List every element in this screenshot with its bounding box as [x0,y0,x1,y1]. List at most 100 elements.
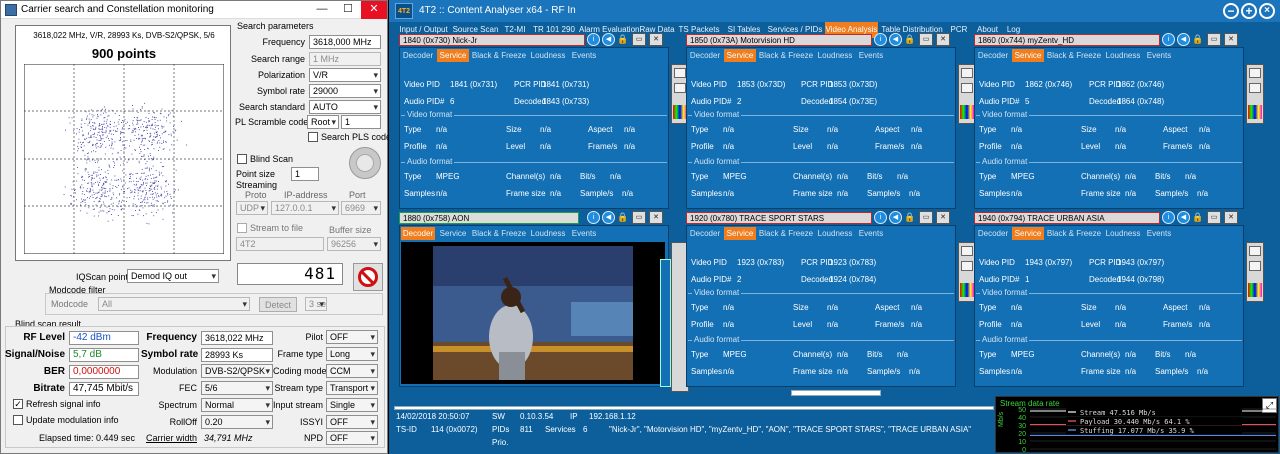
maximize-button[interactable]: ☐ [335,1,361,19]
side-monitor-icon[interactable] [961,261,973,271]
refresh-signal-checkbox[interactable]: ✓ [13,399,23,409]
panel-tab-black-freeze[interactable]: Black & Freeze [471,227,527,240]
issyi-select[interactable]: OFF [326,415,378,429]
speaker-icon[interactable]: ◀ [889,211,902,224]
info-icon[interactable]: i [874,33,887,46]
panel-tab-events[interactable]: Events [569,49,599,62]
close-button[interactable]: ✕ [361,1,387,19]
panel-tab-black-freeze[interactable]: Black & Freeze [1046,49,1102,62]
stream-to-file-checkbox[interactable] [237,223,247,233]
panel-tab-loudness[interactable]: Loudness [816,227,854,240]
panel-tab-decoder[interactable]: Decoder [401,227,435,240]
panel-tab-events[interactable]: Events [856,49,886,62]
minimize-button[interactable]: — [309,1,335,19]
side-monitor-icon[interactable] [1249,261,1261,271]
side-grid-icon[interactable] [961,246,973,256]
side-grid-icon[interactable] [1249,68,1261,78]
settings-icon[interactable]: ✕ [649,211,663,224]
rolloff-select[interactable]: 0.20 [201,415,273,429]
panel-tab-decoder[interactable]: Decoder [401,49,435,62]
monitor-icon[interactable]: ▭ [632,211,646,224]
polarization-select[interactable]: V/R [309,68,381,82]
port-select[interactable]: 6969 [341,201,381,215]
minimize-circle-icon[interactable]: − [1223,3,1239,19]
fec-select[interactable]: 5/6 [201,381,273,395]
close-circle-icon[interactable]: × [1259,3,1275,19]
panel-tab-service[interactable]: Service [724,227,756,240]
input-stream-select[interactable]: Single [326,398,378,412]
panel-tab-decoder[interactable]: Decoder [688,49,722,62]
search-range-input[interactable]: 1 MHz [309,52,381,66]
stream-type-select[interactable]: Transport [326,381,378,395]
pilot-select[interactable]: OFF [326,330,378,344]
ip-address-select[interactable]: 127.0.0.1 [271,201,339,215]
search-standard-select[interactable]: AUTO [309,100,381,114]
proto-select[interactable]: UDP [236,201,268,215]
horizontal-scrollbar[interactable] [791,390,881,396]
panel-tab-decoder[interactable]: Decoder [976,227,1010,240]
panel-tab-service[interactable]: Service [437,227,469,240]
info-icon[interactable]: i [874,211,887,224]
panel-tab-black-freeze[interactable]: Black & Freeze [1046,227,1102,240]
info-icon[interactable]: i [1162,211,1175,224]
panel-tab-loudness[interactable]: Loudness [1104,49,1142,62]
iqscan-select[interactable]: Demod IQ out [127,269,219,283]
info-icon[interactable]: i [587,211,600,224]
panel-tab-decoder[interactable]: Decoder [688,227,722,240]
panel-tab-loudness[interactable]: Loudness [529,49,567,62]
lock-icon[interactable]: 🔒 [1192,34,1204,46]
side-grid-icon[interactable] [1249,246,1261,256]
info-icon[interactable]: i [587,33,600,46]
lock-icon[interactable]: 🔒 [1192,212,1204,224]
speaker-icon[interactable]: ◀ [602,33,615,46]
pl-scramble-type-select[interactable]: Root [307,115,339,129]
panel-tab-loudness[interactable]: Loudness [529,227,567,240]
stream-file-input[interactable]: 4T2 [236,237,324,251]
panel-tab-black-freeze[interactable]: Black & Freeze [758,49,814,62]
speaker-icon[interactable]: ◀ [1177,33,1190,46]
monitor-icon[interactable]: ▭ [919,211,933,224]
side-monitor-icon[interactable] [674,83,686,93]
carrier-width-label[interactable]: Carrier width [141,433,197,443]
lock-icon[interactable]: 🔒 [904,212,916,224]
speaker-icon[interactable]: ◀ [1177,211,1190,224]
settings-icon[interactable]: ✕ [936,211,950,224]
modcode-select[interactable]: All [98,297,250,311]
npd-select[interactable]: OFF [326,431,378,445]
snapshot-icon[interactable] [349,147,381,179]
detect-time-select[interactable]: 3 sec [305,297,327,311]
speaker-icon[interactable]: ◀ [889,33,902,46]
pl-scramble-code-input[interactable]: 1 [341,115,381,129]
panel-tab-decoder[interactable]: Decoder [976,49,1010,62]
lock-icon[interactable]: 🔒 [904,34,916,46]
point-size-input[interactable]: 1 [291,167,319,181]
buffer-size-select[interactable]: 96256 [327,237,381,251]
coding-mode-select[interactable]: CCM [326,364,378,378]
panel-tab-events[interactable]: Events [1144,49,1174,62]
side-monitor-icon[interactable] [1249,83,1261,93]
panel-tab-loudness[interactable]: Loudness [1104,227,1142,240]
monitor-icon[interactable]: ▭ [919,33,933,46]
side-grid-icon[interactable] [961,68,973,78]
panel-tab-service[interactable]: Service [724,49,756,62]
frequency-input[interactable]: 3618,000 MHz [309,35,381,49]
lock-icon[interactable]: 🔒 [617,34,629,46]
symbol-rate-select[interactable]: 29000 [309,84,381,98]
blind-scan-checkbox[interactable] [237,154,247,164]
monitor-icon[interactable]: ▭ [1207,211,1221,224]
update-modulation-checkbox[interactable] [13,415,23,425]
settings-icon[interactable]: ✕ [649,33,663,46]
panel-tab-loudness[interactable]: Loudness [816,49,854,62]
stop-button[interactable] [353,263,383,291]
lock-icon[interactable]: 🔒 [617,212,629,224]
panel-tab-events[interactable]: Events [1144,227,1174,240]
panel-tab-black-freeze[interactable]: Black & Freeze [758,227,814,240]
detect-button[interactable]: Detect [259,297,297,312]
side-grid-icon[interactable] [674,68,686,78]
side-monitor-icon[interactable] [961,83,973,93]
panel-tab-service[interactable]: Service [1012,227,1044,240]
modulation-select[interactable]: DVB-S2/QPSK [201,364,273,378]
info-icon[interactable]: i [1162,33,1175,46]
panel-tab-black-freeze[interactable]: Black & Freeze [471,49,527,62]
panel-tab-service[interactable]: Service [1012,49,1044,62]
